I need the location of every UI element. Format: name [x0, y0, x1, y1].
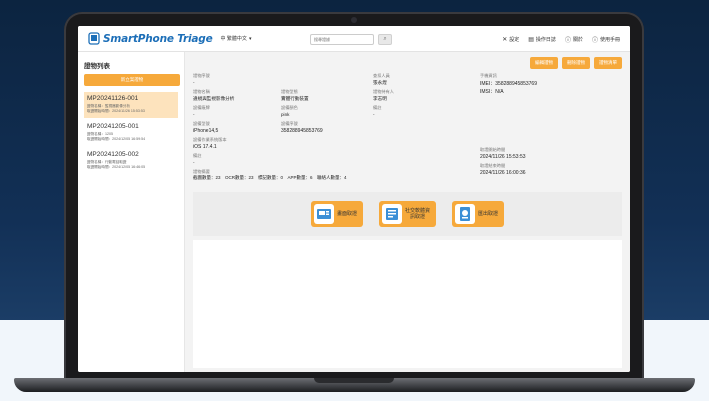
- detail-name: 證物名稱 違規與監視影像分析: [193, 89, 235, 101]
- content-area: 證物列表 新立案證物 MP20241126-001 證物名稱：監視器影像分析 取…: [78, 52, 630, 372]
- search-bar: ⌕: [310, 34, 392, 45]
- detail-type: 證物型態 實體行動裝置: [281, 89, 309, 101]
- menu-item-label: 操作日誌: [535, 37, 556, 43]
- sidebar-title: 證物列表: [84, 63, 110, 70]
- search-input[interactable]: [310, 34, 374, 45]
- detail-remark: 備註 -: [193, 153, 202, 165]
- menu-item-settings[interactable]: ✕ 設定: [502, 35, 519, 44]
- app-title: SmartPhone Triage: [103, 32, 213, 45]
- search-icon: ⌕: [383, 36, 387, 42]
- log-icon: ▤: [528, 37, 534, 43]
- detail-serial: 證物序號 -: [193, 73, 210, 85]
- evidence-id: MP20241205-001: [87, 123, 139, 130]
- search-button[interactable]: ⌕: [378, 34, 392, 45]
- app-logo[interactable]: SmartPhone Triage: [88, 32, 213, 45]
- evidence-id: MP20241205-002: [87, 151, 139, 158]
- evidence-list-item[interactable]: MP20241205-001 證物名稱：1205 取證開始時間：2024/12/…: [84, 120, 178, 146]
- detail-brand: 設備廠牌 -: [193, 105, 210, 117]
- evidence-start-time: 取證開始時間：2024/11/26 15:53:53: [87, 109, 145, 113]
- laptop-notch: [314, 378, 394, 383]
- phone-logo-icon: [88, 32, 100, 45]
- evidence-details: 證物序號 - 證物名稱 違規與監視影像分析 設備廠牌 - 設備型號 iPhone…: [193, 73, 622, 188]
- tool-label: 畫面取證: [336, 211, 357, 217]
- evidence-list-item[interactable]: MP20241205-002 證物名稱：行動電話取證 取證開始時間：2024/1…: [84, 148, 178, 174]
- language-selector[interactable]: 中 繁體中文 ▾: [220, 35, 252, 43]
- detail-owner: 證物持有人 李志明: [373, 89, 394, 101]
- tool-label: 匯出取證: [478, 211, 499, 217]
- add-evidence-button[interactable]: 新立案證物: [84, 74, 180, 86]
- menu-item-label: 設定: [509, 37, 520, 43]
- tools-panel: 畫面取證 社交軟體資 訊取證 匯出取證: [193, 192, 622, 236]
- camera-icon: [351, 17, 357, 23]
- screen-capture-button[interactable]: 畫面取證: [310, 201, 363, 227]
- detail-device-serial: 設備序號 358288945853769: [281, 121, 323, 134]
- menu-item-about[interactable]: ⓘ 關於: [565, 35, 583, 44]
- sidebar: 證物列表 新立案證物 MP20241126-001 證物名稱：監視器影像分析 取…: [78, 52, 185, 372]
- menu-item-label: 關於: [572, 37, 583, 43]
- social-icon: [381, 204, 402, 224]
- evidence-list-item[interactable]: MP20241126-001 證物名稱：監視器影像分析 取證開始時間：2024/…: [84, 92, 178, 118]
- detail-start-time: 取證開始時間 2024/11/26 15:53:53: [480, 147, 526, 160]
- app-header: SmartPhone Triage 中 繁體中文 ▾ ⌕ ✕ 設定 ▤ 操作日誌…: [78, 26, 630, 52]
- main-empty-area: [193, 240, 622, 368]
- summary-stats: 截圖數量：23 OCR數量：23 標記數量：0 APP數量：6 聯絡人數量：4: [193, 175, 347, 180]
- detail-seizing-officer: 查扣人員 張永煌: [373, 73, 390, 85]
- detail-note: 備註 -: [373, 105, 382, 117]
- help-icon: ⓘ: [591, 38, 598, 44]
- tools-icon: ✕: [502, 37, 508, 43]
- detail-end-time: 取證結束時間 2024/11/26 16:00:36: [480, 163, 526, 176]
- menu-item-label: 使用手冊: [599, 37, 620, 43]
- menu-item-manual[interactable]: ⓘ 使用手冊: [592, 35, 620, 44]
- top-menu: ✕ 設定 ▤ 操作日誌 ⓘ 關於 ⓘ 使用手冊: [502, 35, 620, 44]
- action-bar: 編輯證物 刪除證物 證物清單: [193, 57, 622, 71]
- chevron-down-icon: ▾: [248, 35, 252, 42]
- export-capture-button[interactable]: 匯出取證: [452, 201, 505, 227]
- report-icon: [455, 204, 475, 224]
- language-label: 中 繁體中文: [220, 36, 247, 42]
- detail-os-version: 設備作業系統版本 iOS 17.4.1: [193, 137, 227, 150]
- main-panel: 編輯證物 刪除證物 證物清單 證物序號 - 證物名稱 違規與監視影像分析 設備廠…: [185, 52, 630, 372]
- screenshot-icon: [313, 204, 334, 224]
- menu-item-log[interactable]: ▤ 操作日誌: [528, 35, 556, 44]
- detail-model: 設備型號 iPhone14,5: [193, 121, 219, 134]
- tool-label: 社交軟體資 訊取證: [404, 208, 430, 220]
- laptop-base: [14, 378, 695, 392]
- detail-summary: 證物摘要 截圖數量：23 OCR數量：23 標記數量：0 APP數量：6 聯絡人…: [193, 169, 347, 180]
- evidence-id: MP20241126-001: [87, 95, 139, 102]
- evidence-start-time: 取證開始時間：2024/12/05 16:59:54: [87, 137, 146, 141]
- info-icon: ⓘ: [564, 38, 571, 44]
- delete-evidence-button[interactable]: 刪除證物: [562, 57, 590, 69]
- social-app-capture-button[interactable]: 社交軟體資 訊取證: [378, 201, 436, 227]
- detail-color: 設備顏色 pink: [281, 105, 298, 117]
- app-screen: SmartPhone Triage 中 繁體中文 ▾ ⌕ ✕ 設定 ▤ 操作日誌…: [78, 26, 630, 372]
- evidence-start-time: 取證開始時間：2024/12/05 16:46:05: [87, 165, 146, 169]
- edit-evidence-button[interactable]: 編輯證物: [530, 57, 558, 69]
- evidence-list-button[interactable]: 證物清單: [594, 57, 622, 69]
- detail-phone-info: 手機資訊 IMEI：358288945853769 IMSI：N/A: [480, 73, 537, 95]
